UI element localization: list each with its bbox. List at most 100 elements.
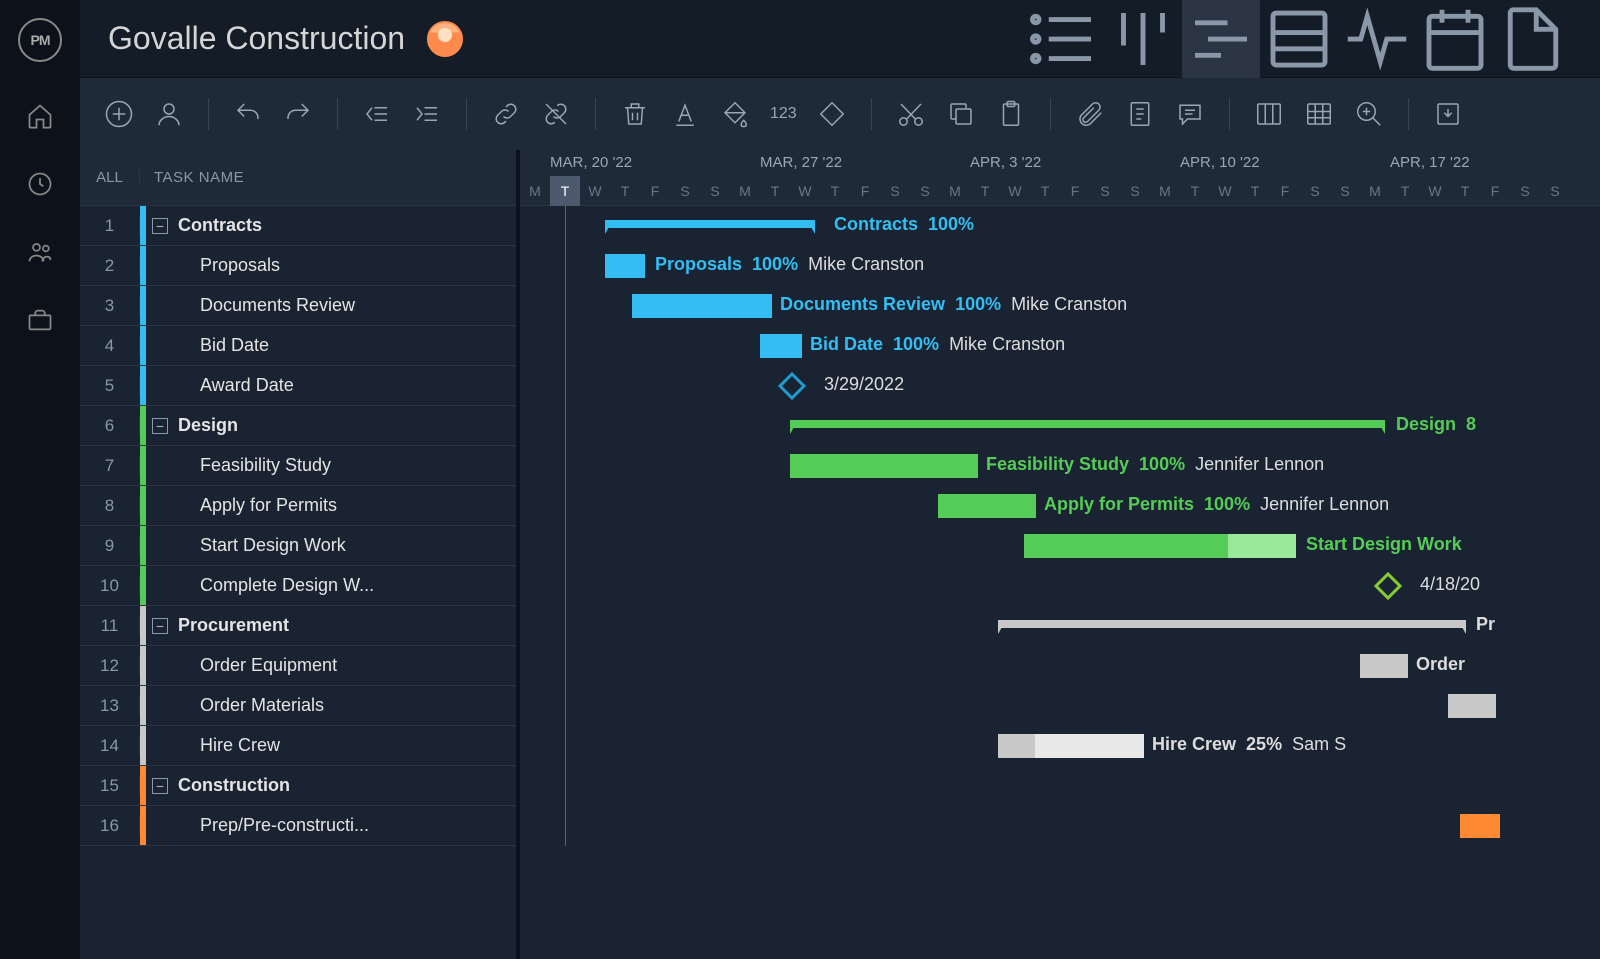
day-label: M (940, 176, 970, 206)
column-task-name[interactable]: TASK NAME (140, 169, 244, 186)
activity-view-tab[interactable] (1338, 0, 1416, 78)
week-label: MAR, 20 '22 (550, 154, 632, 171)
text-color-icon[interactable] (670, 99, 700, 129)
task-number: 6 (80, 416, 140, 436)
clock-icon[interactable] (26, 170, 54, 198)
task-row[interactable]: 16 Prep/Pre-constructi... (80, 806, 516, 846)
delete-icon[interactable] (620, 99, 650, 129)
zoom-icon[interactable] (1354, 99, 1384, 129)
grid-icon[interactable] (1304, 99, 1334, 129)
comment-icon[interactable] (1175, 99, 1205, 129)
collapse-toggle[interactable]: − (152, 418, 168, 434)
gantt-task-bar[interactable] (1460, 814, 1500, 838)
task-row[interactable]: 13 Order Materials (80, 686, 516, 726)
day-label: T (1030, 176, 1060, 206)
import-icon[interactable] (1433, 99, 1463, 129)
task-number: 14 (80, 736, 140, 756)
calendar-view-tab[interactable] (1416, 0, 1494, 78)
notes-icon[interactable] (1125, 99, 1155, 129)
indent-icon[interactable] (412, 99, 442, 129)
task-row[interactable]: 8 Apply for Permits (80, 486, 516, 526)
task-name-label: Proposals (200, 255, 280, 276)
home-icon[interactable] (26, 102, 54, 130)
gantt-row: Hire Crew25%Sam S (520, 726, 1600, 766)
day-label: T (1240, 176, 1270, 206)
gantt-task-bar[interactable] (790, 454, 978, 478)
add-icon[interactable] (104, 99, 134, 129)
day-label: F (640, 176, 670, 206)
task-row[interactable]: 4 Bid Date (80, 326, 516, 366)
user-avatar[interactable] (427, 21, 463, 57)
gantt-row (520, 806, 1600, 846)
gantt-bar-label: Design8 (1396, 414, 1476, 435)
gantt-timeline-header: MAR, 20 '22MAR, 27 '22APR, 3 '22APR, 10 … (520, 150, 1600, 206)
task-row[interactable]: 10 Complete Design W... (80, 566, 516, 606)
gantt-task-bar[interactable] (998, 734, 1144, 758)
gantt-milestone[interactable] (1374, 572, 1402, 600)
day-label: T (820, 176, 850, 206)
assign-icon[interactable] (154, 99, 184, 129)
gantt-milestone[interactable] (778, 372, 806, 400)
task-row[interactable]: 6 − Design (80, 406, 516, 446)
team-icon[interactable] (26, 238, 54, 266)
task-row[interactable]: 2 Proposals (80, 246, 516, 286)
task-name-label: Order Equipment (200, 655, 337, 676)
task-number: 3 (80, 296, 140, 316)
gantt-task-bar[interactable] (938, 494, 1036, 518)
attachment-icon[interactable] (1075, 99, 1105, 129)
task-row[interactable]: 12 Order Equipment (80, 646, 516, 686)
day-label: W (1210, 176, 1240, 206)
link-icon[interactable] (491, 99, 521, 129)
list-view-tab[interactable] (1026, 0, 1104, 78)
board-view-tab[interactable] (1104, 0, 1182, 78)
gantt-task-bar[interactable] (605, 254, 645, 278)
gantt-task-bar[interactable] (1024, 534, 1296, 558)
day-label: W (1000, 176, 1030, 206)
task-number: 1 (80, 216, 140, 236)
task-name-label: Feasibility Study (200, 455, 331, 476)
gantt-bar-label: Start Design Work (1306, 534, 1462, 555)
outdent-icon[interactable] (362, 99, 392, 129)
task-name-label: Apply for Permits (200, 495, 337, 516)
task-number: 15 (80, 776, 140, 796)
gantt-summary-bar[interactable] (605, 220, 815, 228)
collapse-toggle[interactable]: − (152, 778, 168, 794)
task-row[interactable]: 15 − Construction (80, 766, 516, 806)
day-label: S (1300, 176, 1330, 206)
columns-icon[interactable] (1254, 99, 1284, 129)
task-row[interactable]: 7 Feasibility Study (80, 446, 516, 486)
sheet-view-tab[interactable] (1260, 0, 1338, 78)
gantt-summary-bar[interactable] (790, 420, 1385, 428)
task-row[interactable]: 5 Award Date (80, 366, 516, 406)
redo-icon[interactable] (283, 99, 313, 129)
task-row[interactable]: 3 Documents Review (80, 286, 516, 326)
gantt-summary-bar[interactable] (998, 620, 1466, 628)
fill-icon[interactable] (720, 99, 750, 129)
task-row[interactable]: 11 − Procurement (80, 606, 516, 646)
gantt-task-bar[interactable] (1360, 654, 1408, 678)
column-all[interactable]: ALL (80, 169, 140, 186)
gantt-panel[interactable]: MAR, 20 '22MAR, 27 '22APR, 3 '22APR, 10 … (520, 150, 1600, 959)
milestone-icon[interactable] (817, 99, 847, 129)
gantt-task-bar[interactable] (1448, 694, 1496, 718)
briefcase-icon[interactable] (26, 306, 54, 334)
gantt-task-bar[interactable] (632, 294, 772, 318)
gantt-task-bar[interactable] (760, 334, 802, 358)
gantt-view-tab[interactable] (1182, 0, 1260, 78)
cut-icon[interactable] (896, 99, 926, 129)
undo-icon[interactable] (233, 99, 263, 129)
app-logo[interactable]: PM (18, 18, 62, 62)
day-label: S (1510, 176, 1540, 206)
file-view-tab[interactable] (1494, 0, 1572, 78)
collapse-toggle[interactable]: − (152, 218, 168, 234)
copy-icon[interactable] (946, 99, 976, 129)
unlink-icon[interactable] (541, 99, 571, 129)
top-bar: Govalle Construction (80, 0, 1600, 78)
task-row[interactable]: 14 Hire Crew (80, 726, 516, 766)
collapse-toggle[interactable]: − (152, 618, 168, 634)
gantt-row: Contracts100% (520, 206, 1600, 246)
task-row[interactable]: 1 − Contracts (80, 206, 516, 246)
paste-icon[interactable] (996, 99, 1026, 129)
priority-text[interactable]: 123 (770, 105, 797, 123)
task-row[interactable]: 9 Start Design Work (80, 526, 516, 566)
